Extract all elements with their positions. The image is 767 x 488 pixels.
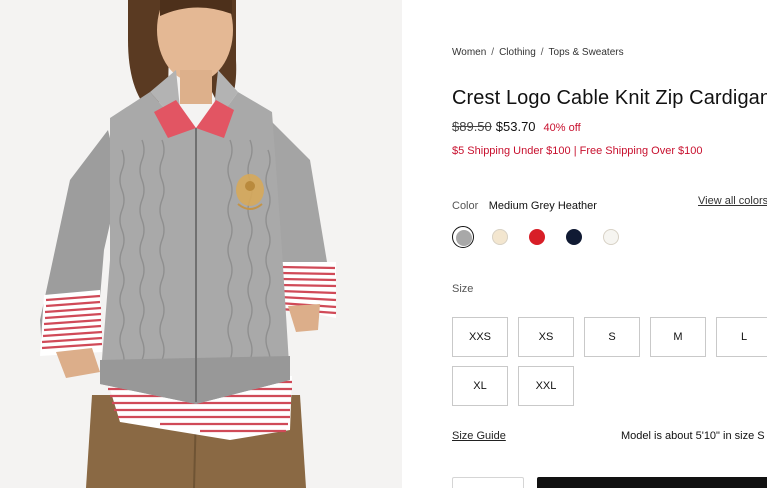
size-option-l[interactable]: L — [716, 317, 767, 357]
size-option-xl[interactable]: XL — [452, 366, 508, 406]
sale-price: $53.70 — [495, 119, 536, 134]
swatch-fill — [603, 229, 619, 245]
size-guide-link[interactable]: Size Guide — [452, 430, 506, 442]
color-swatch-red[interactable] — [526, 226, 548, 248]
quantity-selector[interactable] — [452, 477, 524, 488]
color-row: Color Medium Grey Heather View all color… — [452, 195, 767, 214]
original-price: $89.50 — [452, 119, 492, 134]
breadcrumb: Women / Clothing / Tops & Sweaters — [452, 47, 624, 58]
product-details: Women / Clothing / Tops & Sweaters Crest Log… — [452, 0, 767, 488]
size-option-xxs[interactable]: XXS — [452, 317, 508, 357]
breadcrumb-separator: / — [491, 47, 495, 58]
breadcrumb-clothing[interactable]: Clothing — [499, 47, 536, 58]
color-swatches — [452, 226, 652, 248]
size-option-xxl[interactable]: XXL — [518, 366, 574, 406]
view-all-colors-link[interactable]: View all colors — [698, 195, 767, 207]
swatch-fill — [456, 230, 472, 246]
color-swatch-white[interactable] — [600, 226, 622, 248]
size-option-s[interactable]: S — [584, 317, 640, 357]
swatch-fill — [529, 229, 545, 245]
selected-color-name: Medium Grey Heather — [488, 200, 597, 212]
product-title: Crest Logo Cable Knit Zip Cardigan — [452, 87, 767, 109]
breadcrumb-tops-sweaters[interactable]: Tops & Sweaters — [549, 47, 624, 58]
product-image[interactable] — [0, 0, 402, 488]
swatch-fill — [492, 229, 508, 245]
color-swatch-cream[interactable] — [489, 226, 511, 248]
breadcrumb-women[interactable]: Women — [452, 47, 486, 58]
shipping-note: $5 Shipping Under $100 | Free Shipping O… — [452, 145, 703, 157]
color-swatch-navy[interactable] — [563, 226, 585, 248]
size-option-xs[interactable]: XS — [518, 317, 574, 357]
size-label: Size — [452, 283, 474, 295]
swatch-fill — [566, 229, 582, 245]
size-option-m[interactable]: M — [650, 317, 706, 357]
model-info: Model is about 5'10" in size S — [621, 430, 765, 442]
color-label: Color — [452, 200, 479, 212]
discount-badge: 40% off — [543, 122, 581, 134]
product-photo — [0, 0, 402, 488]
add-to-bag-button[interactable] — [537, 477, 767, 488]
color-swatch-grey[interactable] — [452, 226, 474, 248]
price-row: $89.50 $53.70 40% off — [452, 119, 581, 134]
breadcrumb-separator: / — [540, 47, 544, 58]
